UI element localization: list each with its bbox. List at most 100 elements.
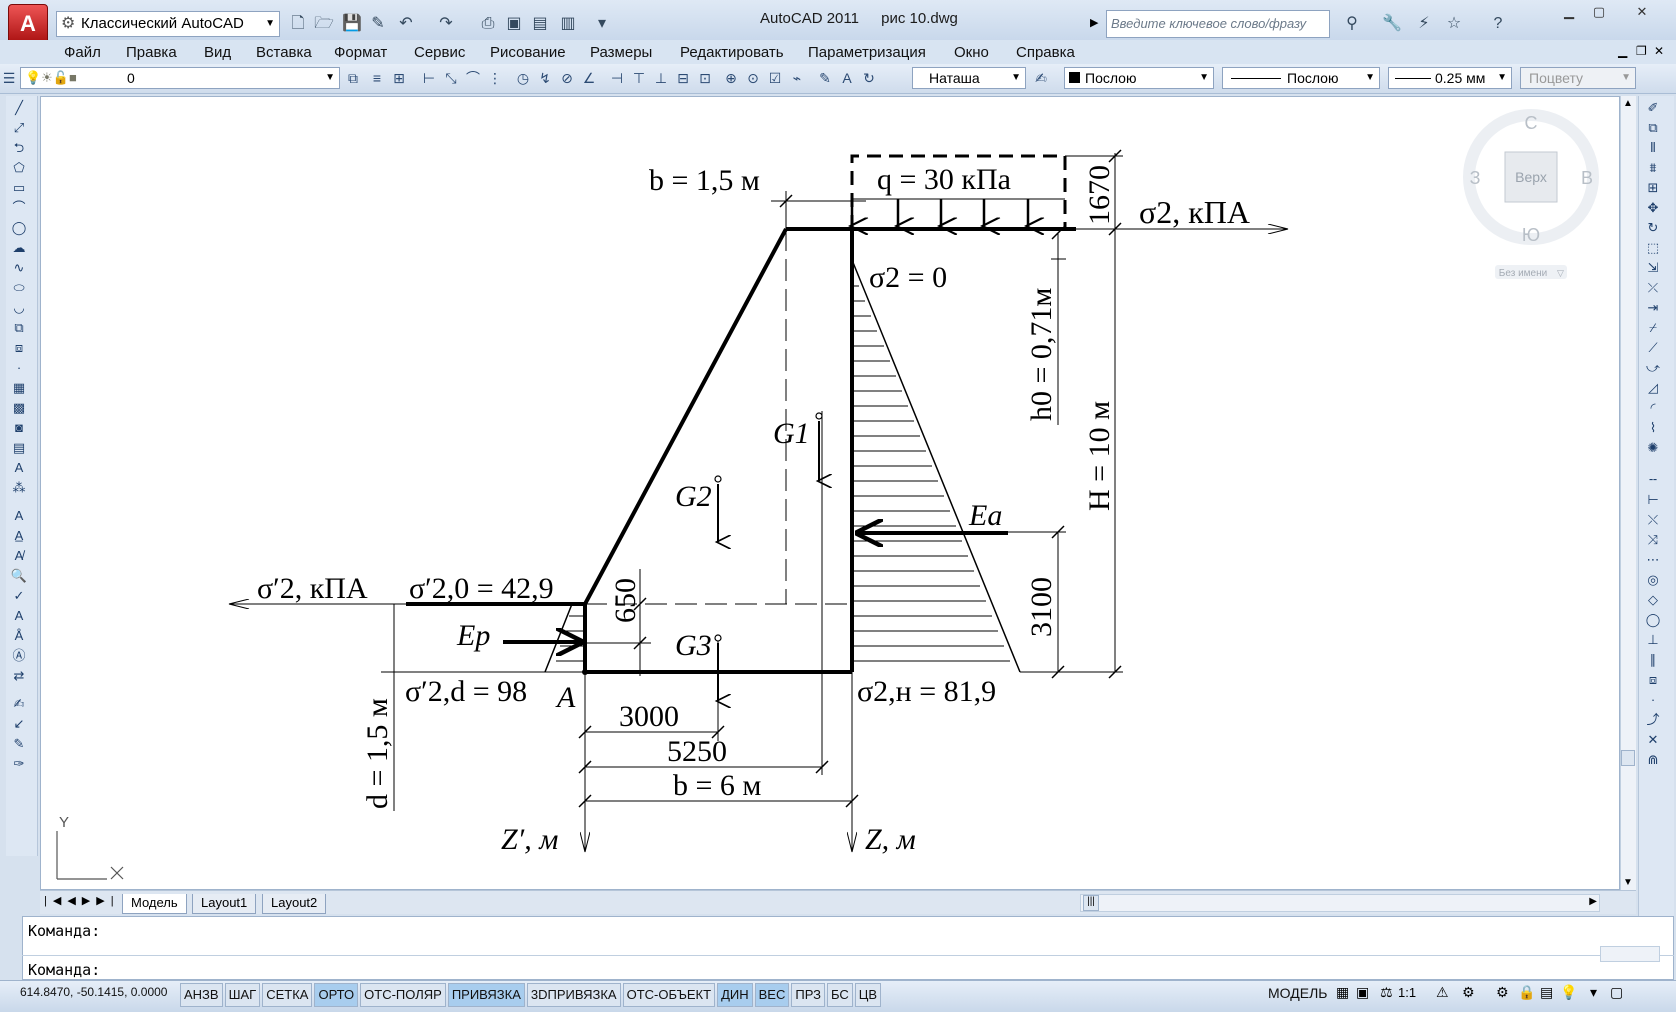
jogged-linear-icon[interactable]: ⌁ — [788, 69, 806, 87]
subscription-icon[interactable]: 🔧 — [1380, 12, 1404, 36]
move-icon[interactable]: ✥ — [1642, 198, 1664, 218]
viewcube-north[interactable]: С — [1525, 113, 1538, 133]
dim-ordinate-icon[interactable]: ⋮ — [486, 69, 504, 87]
status-toggle-0[interactable]: АНЗВ — [180, 983, 223, 1007]
model-space-button[interactable]: МОДЕЛЬ — [1268, 985, 1327, 1001]
lock-icon[interactable]: 🔒 — [1518, 984, 1535, 1001]
vertical-scrollbar[interactable]: ▲ ▼ — [1620, 96, 1636, 890]
circle-icon[interactable]: ◯ — [8, 218, 30, 238]
maximize-button[interactable]: ▢ — [1586, 4, 1612, 22]
snap-intersection-icon[interactable]: ⤬ — [1642, 510, 1664, 530]
find-text-icon[interactable]: 🔍 — [8, 566, 30, 586]
snap-center-icon[interactable]: ◎ — [1642, 570, 1664, 590]
status-toggle-5[interactable]: ПРИВЯЗКА — [447, 983, 525, 1007]
dim-linear-icon[interactable]: ⊢ — [420, 69, 438, 87]
scroll-thumb[interactable]: ||| — [1083, 895, 1099, 911]
mtext-icon[interactable]: A̲ — [8, 526, 30, 546]
fillet-icon[interactable]: ◜ — [1642, 398, 1664, 418]
hatch-icon[interactable]: ▦ — [8, 378, 30, 398]
rotate-icon[interactable]: ↻ — [1642, 218, 1664, 238]
spline-icon[interactable]: ∿ — [8, 258, 30, 278]
snap-node-icon[interactable]: · — [1642, 690, 1664, 710]
text-style-selector[interactable]: Наташа ▼ — [912, 67, 1026, 89]
search-input[interactable]: Введите ключевое слово/фразу — [1106, 10, 1330, 38]
menu-format[interactable]: Формат — [334, 44, 387, 61]
chevron-down-icon[interactable]: ▽ — [1557, 268, 1564, 278]
lineweight-selector[interactable]: 0.25 мм ▼ — [1388, 67, 1512, 89]
drawing-area[interactable]: b = 1,5 м q = 30 кПа σ2, кПА σ2 = 0 G1 G… — [40, 96, 1620, 890]
horizontal-scrollbar[interactable]: ||| ▶ — [1080, 894, 1600, 912]
status-toggle-10[interactable]: ПРЗ — [791, 983, 825, 1007]
plot-preview-icon[interactable]: ▣ — [502, 12, 526, 36]
dim-space-icon[interactable]: ⊟ — [674, 69, 692, 87]
copy-icon[interactable]: ⧉ — [1642, 118, 1664, 138]
edit-text-icon[interactable]: A̸ — [8, 546, 30, 566]
make-current-layer-icon[interactable]: ⧉ — [344, 69, 362, 87]
menu-view[interactable]: Вид — [204, 44, 231, 61]
tab-navigation-arrows[interactable]: |◀◀▶▶| — [44, 894, 120, 907]
region-icon[interactable]: ◙ — [8, 418, 30, 438]
save-icon[interactable]: 💾 — [340, 12, 364, 36]
menu-insert[interactable]: Вставка — [256, 44, 312, 61]
status-toggle-4[interactable]: ОТС-ПОЛЯР — [360, 983, 446, 1007]
dim-baseline-icon[interactable]: ⊤ — [630, 69, 648, 87]
dim-angular-icon[interactable]: ∠ — [580, 69, 598, 87]
break-icon[interactable]: ⟋ — [1642, 338, 1664, 358]
dim-update-icon[interactable]: ↻ — [860, 69, 878, 87]
scroll-thumb[interactable] — [1621, 750, 1635, 766]
favorites-icon[interactable]: ☆ — [1442, 12, 1466, 36]
doc-restore-button[interactable]: ❐ — [1636, 44, 1647, 58]
snap-insert-icon[interactable]: ⧈ — [1642, 670, 1664, 690]
multiline-text-icon[interactable]: A — [8, 458, 30, 478]
properties-icon[interactable]: ▤ — [528, 12, 552, 36]
snap-quadrant-icon[interactable]: ◇ — [1642, 590, 1664, 610]
ellipse-icon[interactable]: ⬭ — [8, 278, 30, 298]
open-file-icon[interactable]: 🗁 — [312, 12, 336, 36]
menu-modify[interactable]: Редактировать — [680, 44, 784, 61]
communication-center-icon[interactable]: ⚡ — [1412, 12, 1436, 36]
customize-qa-icon[interactable]: ▾ — [590, 12, 614, 36]
dim-style-icon[interactable]: ✍ — [8, 694, 30, 714]
command-scrollbar[interactable] — [1600, 946, 1660, 962]
new-file-icon[interactable]: 🗋 — [286, 12, 310, 36]
snap-parallel-icon[interactable]: ∥ — [1642, 650, 1664, 670]
make-block-icon[interactable]: ⧈ — [8, 338, 30, 358]
erase-icon[interactable]: ✐ — [1642, 98, 1664, 118]
doc-minimize-button[interactable]: ▁ — [1618, 44, 1627, 58]
convert-text-icon[interactable]: ⇄ — [8, 666, 30, 686]
construction-line-icon[interactable]: ⤢ — [8, 118, 30, 138]
workspace-switch-icon[interactable]: ⚙ — [1496, 984, 1509, 1001]
close-button[interactable]: ✕ — [1622, 4, 1662, 22]
viewcube-east[interactable]: В — [1581, 168, 1593, 188]
coordinate-readout[interactable]: 614.8470, -50.1415, 0.0000 — [20, 985, 167, 999]
auto-scale-icon[interactable]: ⚙ — [1462, 984, 1475, 1001]
quick-view-layouts-icon[interactable]: ▦ — [1336, 984, 1349, 1001]
dim-aligned-icon[interactable]: ⤡ — [442, 69, 460, 87]
snap-midpoint-icon[interactable]: ⊢ — [1642, 490, 1664, 510]
multileader-style-icon[interactable]: ✎ — [8, 734, 30, 754]
linetype-selector[interactable]: Послою ▼ — [1222, 67, 1380, 89]
snap-extension-icon[interactable]: ⋯ — [1642, 550, 1664, 570]
table-style-icon[interactable]: ✑ — [8, 754, 30, 774]
line-icon[interactable]: ╱ — [8, 98, 30, 118]
scale-icon[interactable]: ⬚ — [1642, 238, 1664, 258]
explode-icon[interactable]: ✺ — [1642, 438, 1664, 458]
status-toggle-6[interactable]: 3DПРИВЯЗКА — [526, 983, 621, 1007]
gradient-icon[interactable]: ▩ — [8, 398, 30, 418]
dim-continue-icon[interactable]: ⊥ — [652, 69, 670, 87]
add-selected-icon[interactable]: ⁂ — [8, 478, 30, 498]
spell-check-icon[interactable]: ✓ — [8, 586, 30, 606]
scroll-right-icon[interactable]: ▶ — [1589, 896, 1597, 907]
offset-icon[interactable]: ⩩ — [1642, 158, 1664, 178]
multileader-icon[interactable]: ↙ — [8, 714, 30, 734]
sheet-set-icon[interactable]: ▥ — [556, 12, 580, 36]
menu-draw[interactable]: Рисование — [490, 44, 566, 61]
status-toggle-12[interactable]: ЦВ — [854, 983, 882, 1007]
menu-help[interactable]: Справка — [1016, 44, 1075, 61]
status-toggle-3[interactable]: ОРТО — [314, 983, 359, 1007]
layer-selector[interactable]: 💡☀🔓■ 0 ▼ — [20, 67, 340, 89]
undo-icon[interactable]: ↶ — [394, 12, 418, 36]
justify-text-icon[interactable]: Ⓐ — [8, 646, 30, 666]
dim-arc-icon[interactable]: ⌒ — [464, 69, 482, 87]
stretch-icon[interactable]: ⇲ — [1642, 258, 1664, 278]
